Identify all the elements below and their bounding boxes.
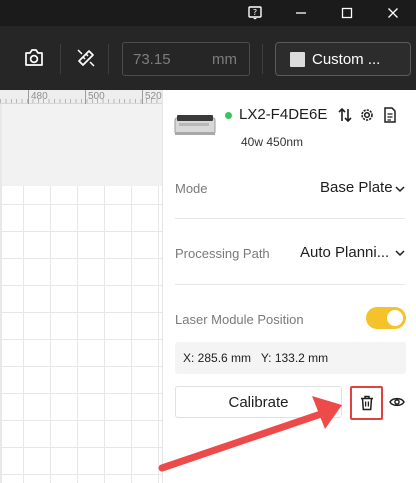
ruler-label-480: 480 [31,91,48,102]
processing-path-value[interactable]: Auto Planni... [300,244,389,261]
toggle-knob [387,310,403,326]
custom-label: Custom ... [312,50,381,68]
custom-material-button[interactable]: Custom ... [275,42,411,76]
vertical-ruler [0,104,2,483]
processing-path-label: Processing Path [175,246,270,261]
ruler-ticks [0,99,162,103]
laser-module-position-label: Laser Module Position [175,312,304,327]
size-unit: mm [212,51,237,68]
mode-select-value[interactable]: Base Plate [320,179,393,196]
chevron-down-icon[interactable] [394,247,406,259]
title-bar: ? [0,0,416,26]
material-swatch [290,51,305,67]
size-input[interactable]: 73.15 mm [122,42,250,76]
laser-device-image [173,112,217,138]
device-name[interactable]: LX2-F4DE6E [239,106,327,123]
calibrate-button[interactable]: Calibrate [175,386,342,418]
ruler-major-tick [85,90,86,104]
toolbar: 73.15 mm Custom ... [0,26,416,90]
delete-button[interactable] [350,386,383,420]
toolbar-separator [262,44,263,74]
ruler-major-tick [142,90,143,104]
toolbar-separator [60,44,61,74]
maximize-icon[interactable] [324,0,370,26]
calibrate-label: Calibrate [228,393,289,411]
ruler-label-500: 500 [88,91,105,102]
settings-icon[interactable] [358,106,376,124]
divider [175,218,405,219]
ruler-major-tick [28,90,29,104]
size-value: 73.15 [133,51,171,68]
help-icon[interactable]: ? [232,0,278,26]
swap-icon[interactable] [336,106,354,124]
chevron-down-icon[interactable] [394,183,406,195]
laser-module-toggle[interactable] [366,307,406,329]
toolbar-separator [108,44,109,74]
eye-icon[interactable] [389,394,405,410]
measure-icon[interactable] [74,46,98,70]
ruler-label-520: 520 [145,91,162,102]
close-icon[interactable] [370,0,416,26]
camera-icon[interactable] [22,46,46,70]
coordinates-readout: X: 285.6 mm Y: 133.2 mm [175,342,406,374]
divider [175,284,405,285]
trash-icon [360,395,373,411]
minimize-icon[interactable] [278,0,324,26]
canvas-work-area [0,104,162,186]
document-icon[interactable] [381,106,399,124]
horizontal-ruler: 480 500 520 [0,90,162,104]
device-spec: 40w 450nm [241,135,304,149]
device-panel: LX2-F4DE6E 40w 450nm Mode Base Plate Pro… [162,90,416,483]
svg-text:?: ? [253,8,257,17]
connection-status-dot [225,112,232,119]
mode-label: Mode [175,181,208,196]
work-canvas[interactable]: 480 500 520 [0,90,162,483]
coordinates-text: X: 285.6 mm Y: 133.2 mm [183,351,329,365]
